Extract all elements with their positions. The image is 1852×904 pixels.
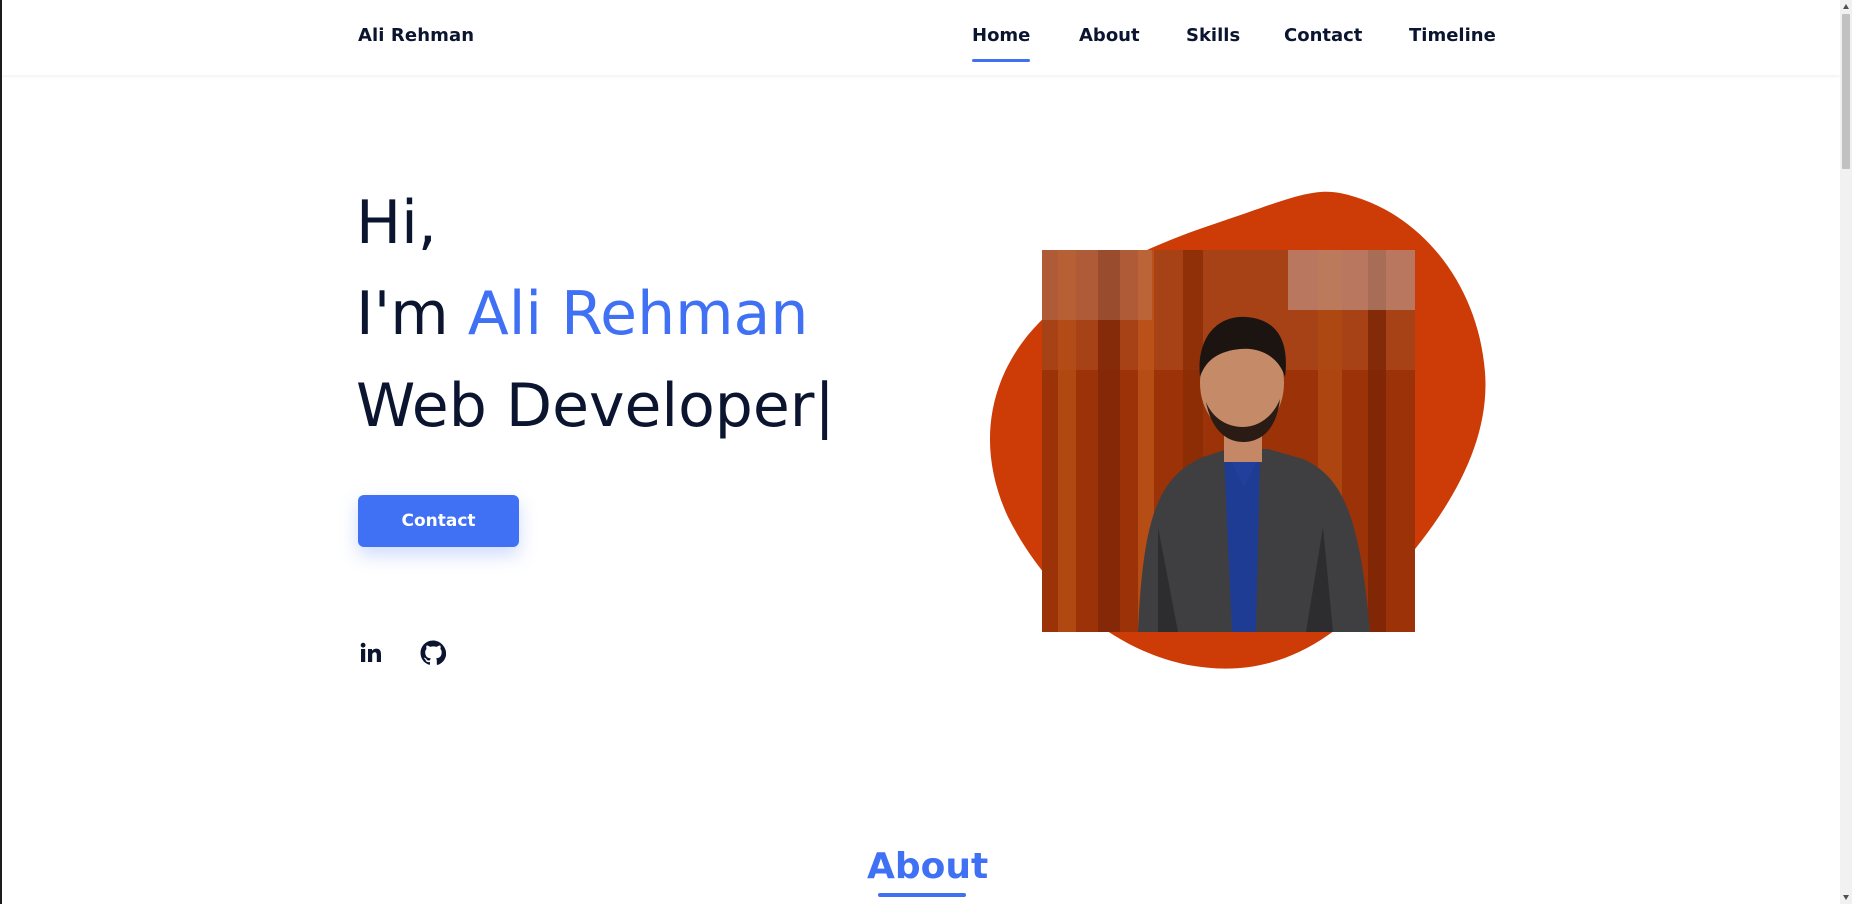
hero-role: Web Developer| bbox=[356, 371, 835, 441]
about-title: About bbox=[867, 846, 989, 887]
page-scrollbar[interactable] bbox=[1840, 0, 1852, 904]
brand-logo[interactable]: Ali Rehman bbox=[358, 25, 474, 46]
scrollbar-thumb[interactable] bbox=[1842, 14, 1850, 169]
nav-skills-link[interactable]: Skills bbox=[1186, 25, 1240, 46]
nav-timeline-link[interactable]: Timeline bbox=[1409, 25, 1496, 46]
hero-name: Ali Rehman bbox=[467, 279, 809, 349]
profile-photo bbox=[1042, 250, 1415, 632]
hero-intro: I'm Ali Rehman bbox=[356, 284, 808, 344]
window-left-edge bbox=[0, 0, 2, 904]
github-link[interactable] bbox=[417, 637, 449, 669]
contact-button[interactable]: Contact bbox=[358, 495, 519, 547]
scroll-down-arrow-icon[interactable] bbox=[1843, 895, 1849, 900]
hero-greeting: Hi, bbox=[356, 188, 437, 258]
nav-about-link[interactable]: About bbox=[1079, 25, 1140, 46]
hero-intro-prefix: I'm bbox=[356, 279, 468, 349]
nav-home-link[interactable]: Home bbox=[972, 25, 1031, 62]
scroll-up-arrow-icon[interactable] bbox=[1843, 4, 1849, 9]
linkedin-icon bbox=[360, 642, 381, 662]
top-navbar: Ali Rehman Home About Skills Contact Tim… bbox=[2, 0, 1840, 75]
nav-contact-link[interactable]: Contact bbox=[1284, 25, 1362, 46]
about-title-underline bbox=[878, 893, 966, 897]
github-icon bbox=[420, 640, 446, 665]
linkedin-link[interactable] bbox=[355, 637, 387, 669]
profile-photo-blob bbox=[989, 191, 1486, 669]
